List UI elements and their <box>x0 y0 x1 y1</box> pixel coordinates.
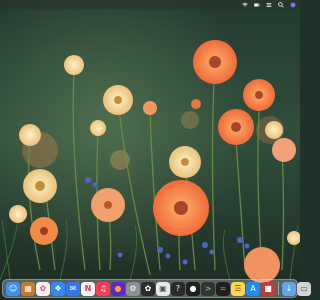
flower-field-wallpaper <box>0 0 300 300</box>
dock-separator <box>278 282 279 295</box>
battery-icon[interactable] <box>254 2 260 8</box>
chatgpt-icon[interactable]: ✿ <box>141 281 155 296</box>
trash-icon[interactable]: ▭ <box>297 281 311 296</box>
dock: ☺ ▦ ✿ ❖ ✉ N ♫ ● ⚙ ✿ ▣ ? ● > = ☰ A ■ ↓ ▭ <box>2 279 311 298</box>
settings-icon[interactable]: ⚙ <box>126 281 140 296</box>
safari-icon[interactable]: ❖ <box>51 281 65 296</box>
help-icon[interactable]: ? <box>171 281 185 296</box>
downloads-icon[interactable]: ↓ <box>282 281 296 296</box>
menu-bar <box>0 0 300 10</box>
mail-icon[interactable]: ✉ <box>66 281 80 296</box>
firefox-icon[interactable]: ● <box>111 281 125 296</box>
user-icon[interactable]: ● <box>186 281 200 296</box>
finder-icon[interactable]: ☺ <box>6 281 20 296</box>
photos-icon[interactable]: ✿ <box>36 281 50 296</box>
preview-icon[interactable]: ▣ <box>156 281 170 296</box>
wifi-icon[interactable] <box>242 2 248 8</box>
control-center-icon[interactable] <box>266 2 272 8</box>
photo-booth-icon[interactable]: ■ <box>261 281 275 296</box>
calculator-icon[interactable]: = <box>216 281 230 296</box>
app-store-icon[interactable]: A <box>246 281 260 296</box>
terminal-icon[interactable]: > <box>201 281 215 296</box>
launchpad-icon[interactable]: ▦ <box>21 281 35 296</box>
news-icon[interactable]: N <box>81 281 95 296</box>
notes-icon[interactable]: ☰ <box>231 281 245 296</box>
siri-icon[interactable] <box>290 2 296 8</box>
music-icon[interactable]: ♫ <box>96 281 110 296</box>
search-icon[interactable] <box>278 2 284 8</box>
